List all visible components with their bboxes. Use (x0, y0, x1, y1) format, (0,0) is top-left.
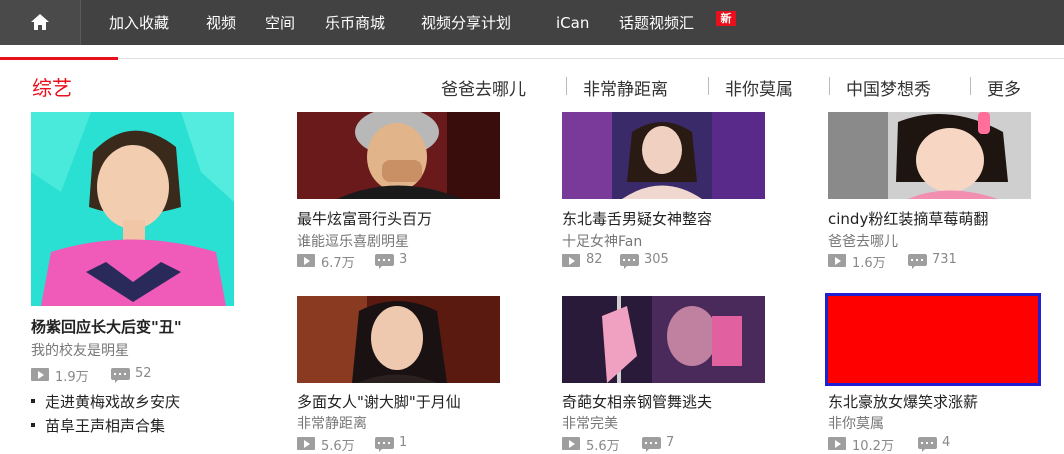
nav-topic-videos[interactable]: 话题视频汇 (619, 12, 694, 34)
section-link-zhongguo[interactable]: 中国梦想秀 (846, 75, 931, 100)
video-thumbnail[interactable] (562, 296, 765, 383)
new-badge: 新 (716, 11, 736, 26)
list-item-label: 走进黄梅戏故乡安庆 (45, 393, 181, 411)
play-count-icon (297, 437, 315, 450)
list-item[interactable]: 苗阜王声相声合集 (31, 415, 231, 435)
comment-icon (375, 437, 394, 452)
video-subtitle[interactable]: 非你莫属 (828, 413, 884, 433)
play-count-icon (828, 254, 846, 267)
video-title[interactable]: 最牛炫富哥行头百万 (297, 208, 432, 229)
nav-lebi-mall[interactable]: 乐币商城 (325, 12, 385, 34)
video-subtitle[interactable]: 爸爸去哪儿 (828, 231, 898, 251)
nav-add-favorite[interactable]: 加入收藏 (109, 12, 169, 34)
bullet-icon (31, 423, 35, 427)
comment-count: 1 (399, 435, 408, 450)
section-link-more[interactable]: 更多 (987, 75, 1021, 100)
home-button[interactable] (0, 0, 81, 45)
bullet-icon (31, 399, 35, 403)
nav-video[interactable]: 视频 (206, 12, 236, 34)
play-count-icon (562, 437, 580, 450)
separator (566, 77, 567, 95)
comment-count: 4 (942, 435, 951, 450)
play-count-icon (297, 254, 315, 267)
video-thumbnail[interactable] (562, 112, 765, 199)
featured-title[interactable]: 杨紫回应长大后变"丑" (31, 316, 182, 337)
comment-count: 305 (644, 252, 669, 267)
comment-count: 52 (135, 366, 152, 381)
video-thumbnail[interactable] (825, 293, 1041, 386)
play-count: 1.9万 (55, 370, 89, 385)
nav-video-share-plan[interactable]: 视频分享计划 (421, 12, 511, 34)
video-title[interactable]: 东北豪放女爆笑求涨薪 (828, 391, 978, 412)
separator (708, 77, 709, 95)
comment-icon (642, 437, 661, 452)
play-count: 5.6万 (321, 439, 355, 454)
separator (970, 77, 971, 95)
section-link-feichang[interactable]: 非常静距离 (583, 75, 668, 100)
list-item-label: 苗阜王声相声合集 (45, 417, 166, 435)
video-subtitle[interactable]: 非常完美 (562, 413, 618, 433)
section-title[interactable]: 综艺 (32, 72, 72, 101)
featured-subtitle[interactable]: 我的校友是明星 (31, 340, 129, 360)
list-item[interactable]: 走进黄梅戏故乡安庆 (31, 391, 231, 411)
comment-icon (918, 437, 937, 452)
play-count-icon (828, 437, 846, 450)
separator (829, 77, 830, 95)
play-count: 1.6万 (852, 256, 886, 271)
video-title[interactable]: 多面女人"谢大脚"于月仙 (297, 391, 461, 412)
home-icon (31, 14, 49, 30)
comment-count: 7 (666, 435, 675, 450)
video-thumbnail[interactable] (297, 112, 500, 199)
video-title[interactable]: 奇葩女相亲钢管舞逃夫 (562, 391, 712, 412)
comment-icon (111, 368, 130, 383)
top-nav-bar: 加入收藏 视频 空间 乐币商城 视频分享计划 iCan 话题视频汇 新 (0, 0, 1064, 45)
video-subtitle[interactable]: 谁能逗乐喜剧明星 (297, 231, 409, 251)
section-link-feini[interactable]: 非你莫属 (725, 75, 793, 100)
comment-icon (375, 254, 394, 269)
video-title[interactable]: 东北毒舌男疑女神整容 (562, 208, 712, 229)
section-divider (0, 58, 1064, 59)
comment-icon (620, 254, 639, 269)
play-count-icon (562, 254, 580, 267)
video-subtitle[interactable]: 十足女神Fan (562, 231, 642, 251)
section-accent-bar (0, 57, 118, 60)
nav-ican[interactable]: iCan (556, 12, 589, 34)
video-thumbnail[interactable] (828, 112, 1031, 199)
play-count: 5.6万 (586, 439, 620, 454)
comment-count: 3 (399, 252, 408, 267)
play-count-icon (31, 368, 49, 381)
nav-space[interactable]: 空间 (265, 12, 295, 34)
video-subtitle[interactable]: 非常静距离 (297, 413, 367, 433)
video-title[interactable]: cindy粉红装摘草莓萌翻 (828, 208, 988, 229)
comment-icon (908, 254, 927, 269)
video-thumbnail[interactable] (297, 296, 500, 383)
featured-thumbnail[interactable] (31, 112, 234, 306)
play-count: 10.2万 (852, 439, 894, 454)
play-count: 82 (586, 252, 603, 267)
section-link-baba[interactable]: 爸爸去哪儿 (441, 75, 526, 100)
play-count: 6.7万 (321, 256, 355, 271)
comment-count: 731 (932, 252, 957, 267)
